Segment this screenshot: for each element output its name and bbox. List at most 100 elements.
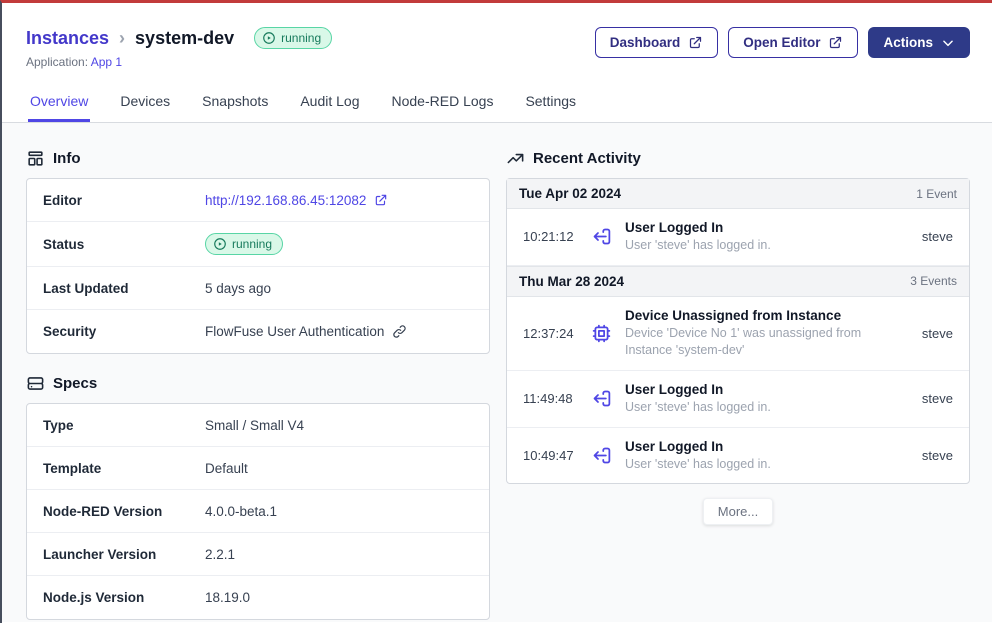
login-icon (591, 445, 613, 466)
specs-row-node-red-version: Node-RED Version 4.0.0-beta.1 (27, 490, 489, 533)
tab-node-red-logs[interactable]: Node-RED Logs (390, 91, 496, 122)
server-icon (26, 374, 45, 393)
row-label: Last Updated (43, 281, 205, 296)
activity-card: Tue Apr 02 2024 1 Event 10:21:12 User Lo… (506, 178, 970, 484)
group-event-count: 3 Events (910, 274, 957, 288)
last-updated-value: 5 days ago (205, 281, 271, 296)
event-user: steve (914, 326, 953, 341)
instance-tabs: Overview Devices Snapshots Audit Log Nod… (26, 91, 970, 122)
row-label: Status (43, 237, 205, 252)
event-user: steve (914, 448, 953, 463)
event-time: 10:21:12 (523, 229, 579, 244)
breadcrumb-instances-link[interactable]: Instances (26, 28, 109, 49)
page-header: Instances › system-dev running Applicati… (2, 3, 992, 123)
info-row-security: Security FlowFuse User Authentication (27, 310, 489, 353)
activity-group: Tue Apr 02 2024 1 Event 10:21:12 User Lo… (507, 179, 969, 266)
actions-button-label: Actions (883, 35, 933, 50)
login-icon (591, 226, 613, 247)
row-value: 18.19.0 (205, 590, 250, 605)
row-label: Type (43, 418, 205, 433)
row-label: Editor (43, 193, 205, 208)
application-link[interactable]: App 1 (91, 55, 122, 69)
event-time: 12:37:24 (523, 326, 579, 341)
template-icon (26, 149, 45, 168)
info-section-header: Info (26, 149, 490, 168)
specs-row-launcher-version: Launcher Version 2.2.1 (27, 533, 489, 576)
status-badge-label: running (232, 237, 272, 251)
specs-section-title: Specs (53, 375, 97, 392)
group-date: Thu Mar 28 2024 (519, 274, 624, 289)
tab-overview[interactable]: Overview (28, 91, 90, 122)
open-editor-button[interactable]: Open Editor (728, 27, 858, 58)
overview-content: Info Editor http://192.168.86.45:12082 S… (2, 123, 992, 622)
external-link-icon (374, 193, 388, 207)
specs-row-template: Template Default (27, 447, 489, 490)
specs-card: Type Small / Small V4 Template Default N… (26, 403, 490, 620)
editor-url: http://192.168.86.45:12082 (205, 193, 366, 208)
info-row-last-updated: Last Updated 5 days ago (27, 267, 489, 310)
group-date: Tue Apr 02 2024 (519, 186, 621, 201)
tab-audit-log[interactable]: Audit Log (298, 91, 361, 122)
event-user: steve (914, 229, 953, 244)
activity-event: 12:37:24 Device Unassigned from Instance… (507, 297, 969, 371)
instance-heading: Instances › system-dev running Applicati… (26, 27, 332, 69)
specs-row-type: Type Small / Small V4 (27, 404, 489, 447)
activity-group: Thu Mar 28 2024 3 Events 12:37:24 Device… (507, 266, 969, 484)
status-badge-label: running (281, 31, 321, 45)
application-line: Application: App 1 (26, 55, 332, 69)
trending-up-icon (506, 149, 525, 168)
event-description: User 'steve' has logged in. (625, 456, 902, 473)
breadcrumb-separator: › (119, 28, 125, 49)
event-user: steve (914, 391, 953, 406)
security-value: FlowFuse User Authentication (205, 324, 384, 339)
status-badge: running (254, 27, 332, 49)
tab-settings[interactable]: Settings (523, 91, 578, 122)
row-value: 2.2.1 (205, 547, 235, 562)
play-circle-icon (262, 31, 276, 45)
login-icon (591, 388, 613, 409)
info-section-title: Info (53, 150, 81, 167)
row-label: Template (43, 461, 205, 476)
tab-snapshots[interactable]: Snapshots (200, 91, 270, 122)
play-circle-icon (213, 237, 227, 251)
tab-devices[interactable]: Devices (118, 91, 172, 122)
row-label: Node-RED Version (43, 504, 205, 519)
page-title: system-dev (135, 28, 234, 49)
info-row-status: Status running (27, 222, 489, 267)
actions-button[interactable]: Actions (868, 27, 970, 58)
editor-url-link[interactable]: http://192.168.86.45:12082 (205, 193, 388, 208)
activity-group-header: Thu Mar 28 2024 3 Events (507, 266, 969, 297)
dashboard-button[interactable]: Dashboard (595, 27, 719, 58)
event-title: User Logged In (625, 220, 902, 235)
more-button[interactable]: More... (703, 498, 773, 525)
event-description: User 'steve' has logged in. (625, 399, 902, 416)
activity-event: 11:49:48 User Logged In User 'steve' has… (507, 371, 969, 428)
event-title: User Logged In (625, 439, 902, 454)
external-link-icon (688, 35, 703, 50)
activity-more-wrap: More... (506, 498, 970, 525)
chevron-down-icon (941, 36, 955, 50)
event-time: 11:49:48 (523, 391, 579, 406)
link-icon[interactable] (392, 324, 407, 339)
row-value: 4.0.0-beta.1 (205, 504, 277, 519)
specs-section-header: Specs (26, 374, 490, 393)
header-buttons: Dashboard Open Editor Actions (595, 27, 970, 58)
row-value: Default (205, 461, 248, 476)
activity-group-header: Tue Apr 02 2024 1 Event (507, 179, 969, 209)
application-label: Application: (26, 55, 88, 69)
external-link-icon (828, 35, 843, 50)
row-label: Launcher Version (43, 547, 205, 562)
event-title: Device Unassigned from Instance (625, 308, 902, 323)
activity-section-title: Recent Activity (533, 150, 641, 167)
event-time: 10:49:47 (523, 448, 579, 463)
left-column: Info Editor http://192.168.86.45:12082 S… (26, 149, 490, 598)
activity-event: 10:21:12 User Logged In User 'steve' has… (507, 209, 969, 266)
chip-icon (591, 323, 613, 344)
right-column: Recent Activity Tue Apr 02 2024 1 Event … (506, 149, 970, 598)
row-label: Node.js Version (43, 590, 205, 605)
group-event-count: 1 Event (916, 187, 957, 201)
row-label: Security (43, 324, 205, 339)
event-title: User Logged In (625, 382, 902, 397)
row-value: Small / Small V4 (205, 418, 304, 433)
open-editor-button-label: Open Editor (743, 35, 820, 50)
